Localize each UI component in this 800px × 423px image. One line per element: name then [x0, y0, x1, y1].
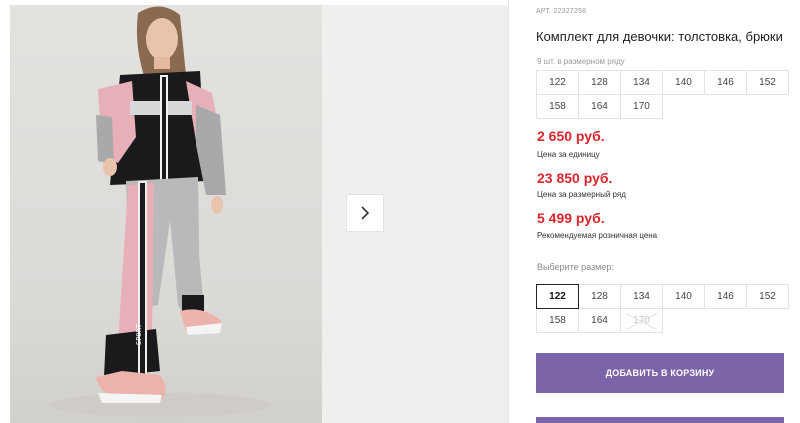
size-row-cell: 140 — [662, 70, 705, 95]
product-title: Комплект для девочки: толстовка, брюки — [536, 29, 783, 44]
gallery-next-button[interactable] — [346, 194, 384, 232]
retail-price-label: Рекомендуемая розничная цена — [537, 231, 658, 240]
size-row-cell: 134 — [620, 70, 663, 95]
size-option-140[interactable]: 140 — [662, 284, 705, 309]
size-option-146[interactable]: 146 — [704, 284, 747, 309]
size-option-122[interactable]: 122 — [536, 284, 579, 309]
size-row-cell: 170 — [620, 94, 663, 119]
row-price: 23 850 руб. — [537, 170, 613, 186]
size-row-cell: 152 — [746, 70, 789, 95]
size-row-cell: 164 — [578, 94, 621, 119]
choose-size-label: Выберите размер: — [537, 262, 614, 272]
retail-price: 5 499 руб. — [537, 210, 605, 226]
size-option-164[interactable]: 164 — [578, 308, 621, 333]
unit-price: 2 650 руб. — [537, 128, 605, 144]
size-row-count: 9 шт. в размерном ряду — [537, 57, 625, 66]
size-option-134[interactable]: 134 — [620, 284, 663, 309]
panel-divider — [508, 0, 509, 423]
size-selector: 122 128 134 140 146 152 158 164 170 — [536, 284, 789, 333]
size-option-158[interactable]: 158 — [536, 308, 579, 333]
size-option-128[interactable]: 128 — [578, 284, 621, 309]
size-option-152[interactable]: 152 — [746, 284, 789, 309]
size-row-cell: 122 — [536, 70, 579, 95]
size-row-cell: 146 — [704, 70, 747, 95]
product-article: АРТ. 22327258 — [536, 8, 587, 15]
secondary-action-button[interactable] — [536, 417, 784, 423]
size-row-cell: 158 — [536, 94, 579, 119]
unit-price-label: Цена за единицу — [537, 150, 600, 159]
product-photo[interactable]: SPORT — [10, 5, 322, 423]
row-price-label: Цена за размерный ряд — [537, 190, 626, 199]
outfit-print-text: SPORT — [135, 323, 143, 345]
chevron-right-icon — [361, 206, 370, 220]
girl-in-tracksuit-image: SPORT — [50, 6, 270, 417]
size-row-cell: 128 — [578, 70, 621, 95]
size-row-table: 122 128 134 140 146 152 158 164 170 — [536, 70, 789, 119]
add-to-cart-button[interactable]: ДОБАВИТЬ В КОРЗИНУ — [536, 353, 784, 393]
size-option-170-unavailable: 170 — [620, 308, 663, 333]
